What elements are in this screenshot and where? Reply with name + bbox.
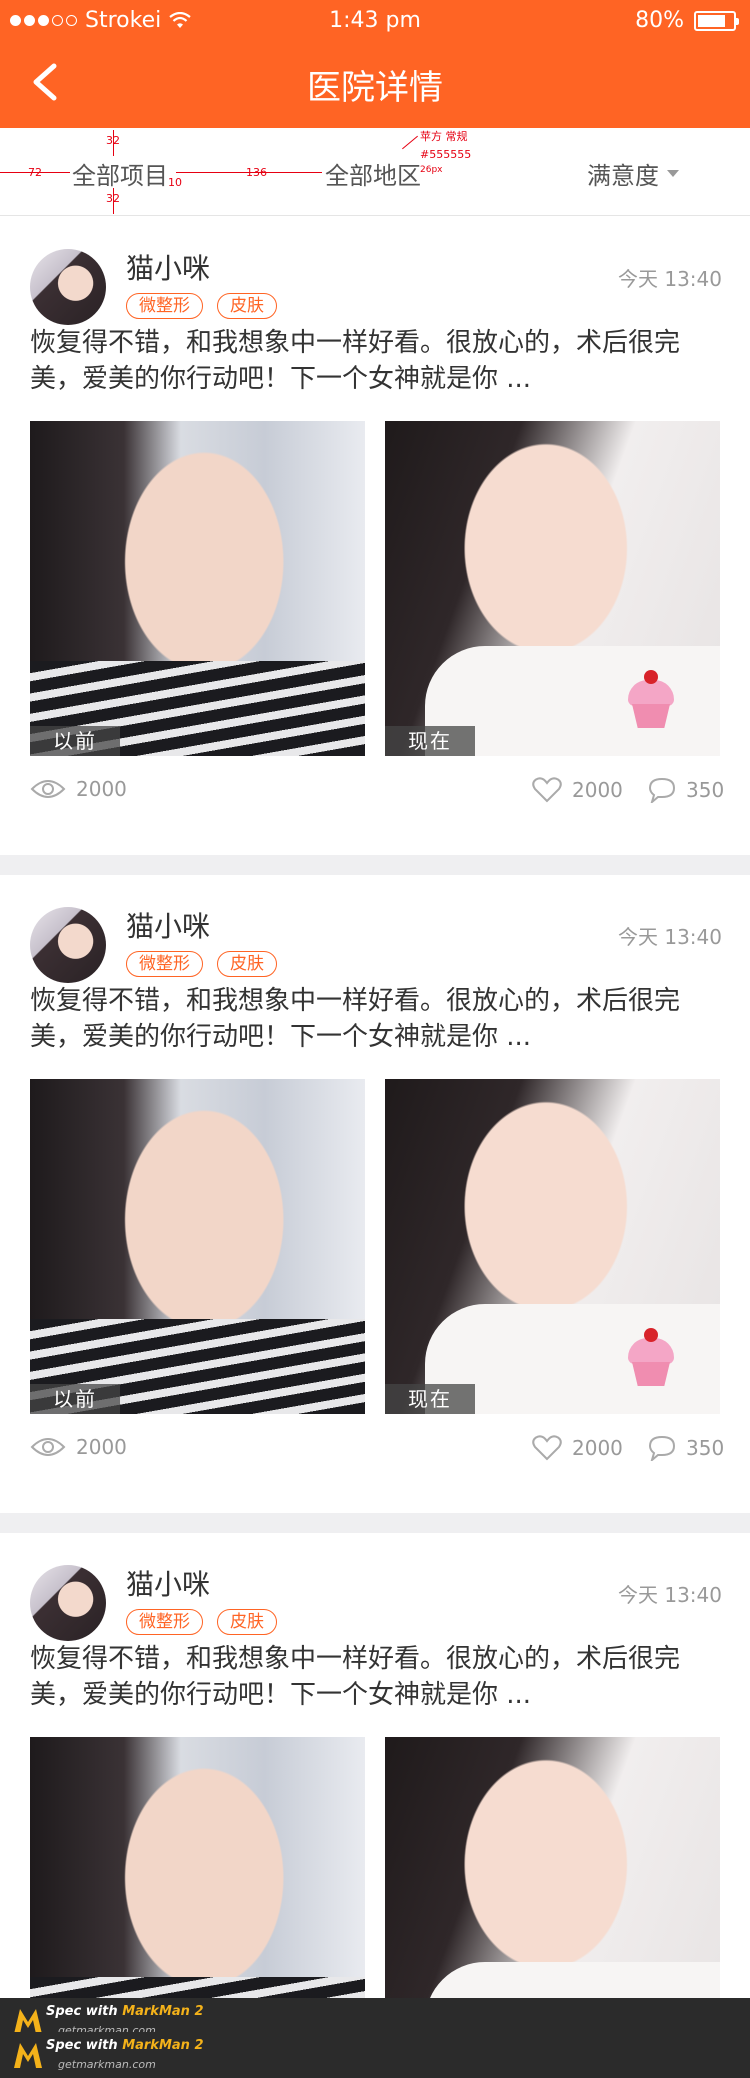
post-stats: 2000 2000 350	[30, 777, 724, 811]
section-divider	[0, 1513, 750, 1533]
after-label: 现在	[385, 1384, 475, 1414]
filter-all-projects[interactable]: 全部项目	[72, 156, 168, 191]
markman-brand: MarkMan 2	[122, 2038, 204, 2053]
spec-label: 136	[246, 166, 267, 179]
status-bar: Strokei 1:43 pm 80%	[0, 0, 750, 42]
post-time: 今天 13:40	[618, 925, 722, 949]
before-label: 以前	[30, 1384, 120, 1414]
eye-icon	[30, 1438, 66, 1456]
tag-badge[interactable]: 皮肤	[217, 951, 277, 977]
likes-count: 2000	[572, 778, 623, 802]
after-photo[interactable]: 现在	[385, 421, 720, 756]
before-photo[interactable]: 以前	[30, 421, 365, 756]
spec-label: 32	[106, 192, 120, 205]
avatar[interactable]	[30, 1565, 106, 1641]
markman-title: Spec with MarkMan 2	[46, 2004, 204, 2019]
user-name[interactable]: 猫小咪	[126, 905, 210, 945]
markman-site: getmarkman.com	[58, 2058, 156, 2071]
post-time: 今天 13:40	[618, 267, 722, 291]
heart-icon	[532, 1435, 562, 1461]
user-name[interactable]: 猫小咪	[126, 1563, 210, 1603]
tag-list: 微整形 皮肤	[126, 293, 277, 319]
user-name[interactable]: 猫小咪	[126, 247, 210, 287]
after-photo[interactable]: 现在	[385, 1079, 720, 1414]
likes-count: 2000	[572, 1436, 623, 1460]
tag-badge[interactable]: 微整形	[126, 951, 203, 977]
battery-icon	[694, 10, 739, 31]
spec-label: #555555	[420, 148, 472, 161]
views-count: 2000	[76, 777, 127, 801]
comment-icon	[648, 1435, 676, 1461]
spec-label: 苹方 常规	[420, 130, 468, 143]
tag-list: 微整形 皮肤	[126, 1609, 277, 1635]
tag-badge[interactable]: 皮肤	[217, 293, 277, 319]
spec-label: 26px	[420, 165, 443, 175]
views-count: 2000	[76, 1435, 127, 1459]
tag-badge[interactable]: 微整形	[126, 1609, 203, 1635]
comments-count: 350	[686, 1436, 725, 1460]
filter-label: 满意度	[587, 162, 659, 190]
post-text: 恢复得不错，和我想象中一样好看。很放心的，术后很完美，爱美的你行动吧！下一个女神…	[30, 1644, 681, 1710]
comments-count: 350	[686, 778, 725, 802]
after-label: 现在	[385, 726, 475, 756]
markman-prefix: Spec with	[46, 2004, 123, 2019]
eye-icon	[30, 780, 66, 798]
markman-prefix: Spec with	[46, 2038, 123, 2053]
section-divider	[0, 855, 750, 875]
filter-all-regions[interactable]: 全部地区	[325, 156, 421, 191]
comment-icon	[648, 777, 676, 803]
comment-button[interactable]: 350	[648, 1435, 724, 1461]
like-button[interactable]: 2000	[532, 1435, 623, 1461]
markman-title: Spec with MarkMan 2	[46, 2038, 204, 2053]
markman-brand: MarkMan 2	[122, 2004, 204, 2019]
avatar[interactable]	[30, 907, 106, 983]
post-time: 今天 13:40	[618, 1583, 722, 1607]
battery-percent: 80%	[635, 8, 684, 33]
views-stat: 2000	[30, 777, 127, 801]
tag-list: 微整形 皮肤	[126, 951, 277, 977]
heart-icon	[532, 777, 562, 803]
post-card[interactable]: 猫小咪 微整形 皮肤 今天 13:40 恢复得不错，和我想象中一样好看。很放心的…	[0, 1533, 750, 2078]
page-title: 医院详情	[307, 68, 443, 108]
markman-banner: Spec with MarkMan 2 getmarkman.com	[0, 2032, 750, 2078]
spec-line	[402, 135, 418, 150]
comment-button[interactable]: 350	[648, 777, 724, 803]
post-text: 恢复得不错，和我想象中一样好看。很放心的，术后很完美，爱美的你行动吧！下一个女神…	[30, 986, 681, 1052]
like-button[interactable]: 2000	[532, 777, 623, 803]
post-text: 恢复得不错，和我想象中一样好看。很放心的，术后很完美，爱美的你行动吧！下一个女神…	[30, 328, 681, 394]
filter-label: 全部地区	[325, 162, 421, 190]
status-right: 80%	[635, 8, 739, 33]
views-stat: 2000	[30, 1435, 127, 1459]
spec-label: 32	[106, 134, 120, 147]
markman-logo-icon	[14, 2043, 42, 2068]
spec-label: 72	[28, 166, 42, 179]
cupcake-graphic	[624, 670, 678, 728]
tag-badge[interactable]: 皮肤	[217, 1609, 277, 1635]
before-label: 以前	[30, 726, 120, 756]
cupcake-graphic	[624, 1328, 678, 1386]
spec-label: 10	[168, 176, 182, 189]
post-card[interactable]: 猫小咪 微整形 皮肤 今天 13:40 恢复得不错，和我想象中一样好看。很放心的…	[0, 217, 750, 855]
filter-bar: 全部项目 全部地区 满意度 32 32 72 10 136 苹方 常规 #555…	[0, 128, 750, 216]
header: Strokei 1:43 pm 80% 医院详情	[0, 0, 750, 128]
filter-satisfaction[interactable]: 满意度	[587, 156, 679, 191]
post-card[interactable]: 猫小咪 微整形 皮肤 今天 13:40 恢复得不错，和我想象中一样好看。很放心的…	[0, 875, 750, 1513]
chevron-down-icon	[667, 170, 679, 177]
post-stats: 2000 2000 350	[30, 1435, 724, 1469]
filter-label: 全部项目	[72, 162, 168, 190]
avatar[interactable]	[30, 249, 106, 325]
before-photo[interactable]: 以前	[30, 1079, 365, 1414]
tag-badge[interactable]: 微整形	[126, 293, 203, 319]
